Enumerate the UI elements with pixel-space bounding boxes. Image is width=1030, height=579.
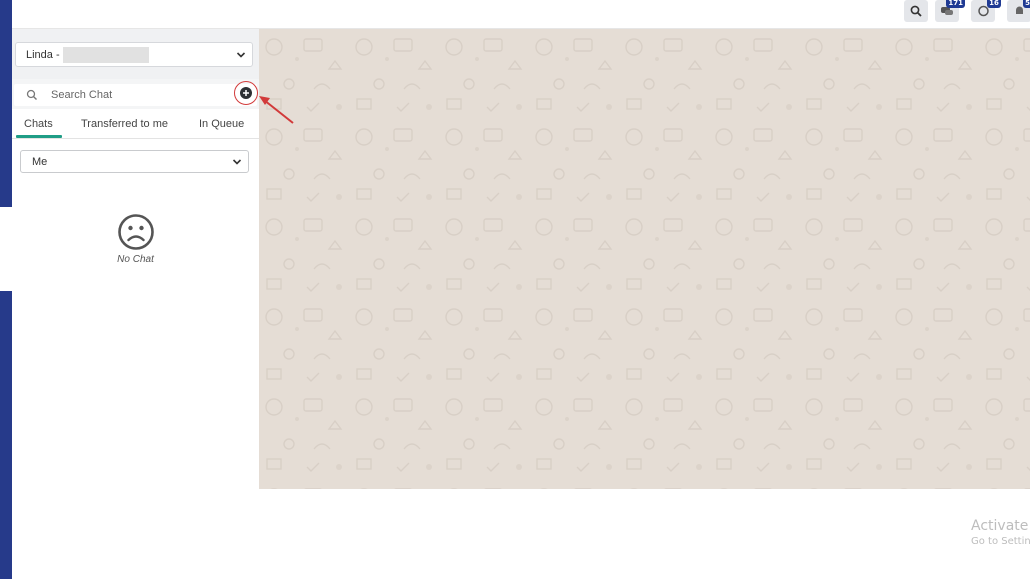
messages-count-badge: 16 <box>987 0 1001 8</box>
assignee-filter-select[interactable]: Me <box>20 150 249 173</box>
top-bar: 171 16 58 <box>12 0 1030 29</box>
chevron-down-icon <box>236 52 246 58</box>
chat-tabs: Chats Transferred to me In Queue <box>12 109 259 139</box>
annotation-arrow <box>259 96 294 124</box>
watermark-line-1: Activate <box>971 518 1029 534</box>
plus-icon <box>243 90 249 96</box>
account-select[interactable]: Linda - <box>15 42 253 67</box>
search-icon <box>26 89 37 100</box>
chat-wallpaper <box>259 29 1030 489</box>
nav-strip <box>0 0 12 207</box>
nav-strip-gap <box>0 207 12 291</box>
account-select-value: Linda - <box>26 48 60 61</box>
nav-strip-lower <box>0 291 12 579</box>
account-redaction <box>62 46 149 63</box>
search-row <box>12 79 259 109</box>
tab-in-queue[interactable]: In Queue <box>199 118 244 130</box>
notifications-count-badge: 58 <box>1023 0 1030 8</box>
chats-button[interactable]: 171 <box>935 0 965 22</box>
search-box <box>14 84 257 106</box>
empty-state: No Chat <box>12 213 259 265</box>
sad-face-icon <box>117 214 154 250</box>
messages-button[interactable]: 16 <box>971 0 1001 22</box>
empty-state-text: No Chat <box>117 254 154 265</box>
chevron-down-icon <box>232 159 242 165</box>
activation-watermark: Activate Go to Settin <box>971 518 1030 547</box>
top-search-button[interactable] <box>904 0 928 22</box>
search-input[interactable] <box>51 86 231 104</box>
app-window: 171 16 58 Linda - <box>0 0 1030 579</box>
assignee-filter-value: Me <box>32 155 48 168</box>
chats-count-badge: 171 <box>946 0 965 8</box>
wallpaper-doodle-pattern <box>259 29 1030 489</box>
chat-list-panel: Linda - Chats Transferred to me In Queue… <box>12 29 259 579</box>
search-icon <box>910 5 922 17</box>
account-header: Linda - <box>12 29 259 79</box>
tab-chats[interactable]: Chats <box>24 118 53 130</box>
tab-transferred[interactable]: Transferred to me <box>81 118 168 130</box>
watermark-line-2: Go to Settin <box>971 536 1030 547</box>
active-tab-indicator <box>16 135 62 138</box>
notifications-button[interactable]: 58 <box>1007 0 1030 22</box>
